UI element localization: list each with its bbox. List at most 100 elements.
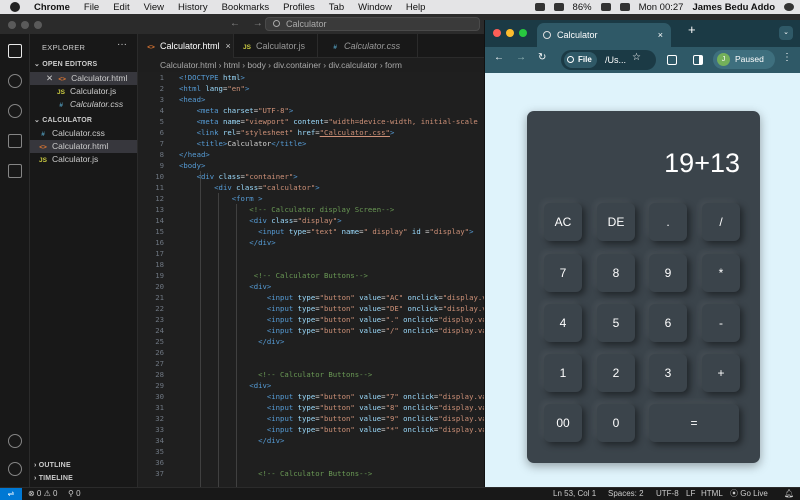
open-editor-item[interactable]: JS Calculator.js: [56, 85, 116, 98]
menu-help[interactable]: Help: [406, 2, 426, 13]
js-file-icon: JS: [243, 44, 251, 51]
key-8[interactable]: 8: [597, 254, 635, 292]
close-icon[interactable]: ×: [226, 41, 231, 51]
editor-tabs: <> Calculator.html × JS Calculator.js # Calc…: [138, 34, 485, 58]
calculator-display[interactable]: [550, 143, 740, 183]
language-mode[interactable]: HTML: [701, 488, 723, 500]
timeline-header[interactable]: › TIMELINE: [34, 475, 73, 482]
key-divide[interactable]: /: [702, 203, 740, 241]
menu-view[interactable]: View: [144, 2, 164, 13]
extensions-icon[interactable]: [8, 164, 22, 178]
ports-indicator[interactable]: ⚲ 0: [68, 488, 81, 500]
search-icon[interactable]: [8, 74, 22, 88]
encoding[interactable]: UTF-8: [656, 488, 679, 500]
key-de[interactable]: DE: [597, 203, 635, 241]
info-icon: [567, 56, 574, 63]
menu-edit[interactable]: Edit: [113, 2, 129, 13]
menu-tab[interactable]: Tab: [329, 2, 344, 13]
bookmark-star-icon[interactable]: ☆: [632, 52, 641, 63]
bluetooth-icon[interactable]: [553, 3, 564, 11]
remote-indicator-icon[interactable]: ⇌: [0, 488, 22, 500]
address-bar[interactable]: File /Us...: [561, 50, 656, 70]
battery-icon[interactable]: [600, 3, 611, 11]
key-0[interactable]: 0: [597, 404, 635, 442]
key-4[interactable]: 4: [544, 304, 582, 342]
new-tab-button[interactable]: +: [688, 22, 696, 37]
menu-history[interactable]: History: [178, 2, 208, 13]
profile-button[interactable]: J Paused: [713, 50, 775, 69]
run-debug-icon[interactable]: [8, 134, 22, 148]
source-control-icon[interactable]: [8, 104, 22, 118]
control-center-icon[interactable]: [619, 3, 630, 11]
settings-gear-icon[interactable]: [8, 462, 22, 476]
go-live-button[interactable]: ⦿ Go Live: [730, 488, 768, 500]
menubar-clock[interactable]: Mon 00:27: [639, 2, 684, 13]
key-2[interactable]: 2: [597, 354, 635, 392]
indentation[interactable]: Spaces: 2: [608, 488, 644, 500]
key-6[interactable]: 6: [649, 304, 687, 342]
key-9[interactable]: 9: [649, 254, 687, 292]
extensions-puzzle-icon[interactable]: [667, 55, 677, 65]
problems-indicator[interactable]: ⊗ 0 ⚠ 0: [28, 488, 57, 500]
folder-header[interactable]: ⌄ CALCULATOR: [34, 116, 92, 124]
menubar-user[interactable]: James Bedu Addo: [692, 2, 775, 13]
tab-calculator-css[interactable]: # Calculator.css: [318, 34, 418, 58]
code-editor[interactable]: 1 <!DOCTYPE html> 2 <html lang="en"> 3 <hea…: [138, 72, 485, 487]
account-icon[interactable]: [8, 434, 22, 448]
notifications-bell-icon[interactable]: 🔔︎: [784, 488, 794, 500]
back-arrow-icon[interactable]: ←: [494, 52, 504, 63]
explorer-icon[interactable]: [8, 44, 22, 58]
chrome-menu-icon[interactable]: ⋮: [782, 52, 792, 63]
file-tree-item[interactable]: # Calculator.css: [38, 127, 105, 140]
menu-file[interactable]: File: [84, 2, 99, 13]
close-tab-icon[interactable]: ×: [658, 23, 663, 47]
siri-icon[interactable]: [784, 3, 794, 11]
open-editor-item[interactable]: ✕ <> Calculator.html: [30, 72, 137, 85]
close-window-button[interactable]: [8, 21, 16, 29]
battery-percent[interactable]: 86%: [573, 2, 592, 13]
key-add[interactable]: +: [702, 354, 740, 392]
key-ac[interactable]: AC: [544, 203, 582, 241]
file-tree-item[interactable]: JS Calculator.js: [38, 153, 98, 166]
browser-tab[interactable]: Calculator ×: [537, 23, 671, 47]
side-panel-icon[interactable]: [693, 55, 703, 65]
outline-header[interactable]: › OUTLINE: [34, 462, 71, 469]
menu-profiles[interactable]: Profiles: [283, 2, 315, 13]
zoom-window-button[interactable]: [519, 29, 527, 37]
key-00[interactable]: 00: [544, 404, 582, 442]
key-3[interactable]: 3: [649, 354, 687, 392]
key-decimal[interactable]: .: [649, 203, 687, 241]
tab-calculator-html[interactable]: <> Calculator.html ×: [138, 34, 234, 58]
key-7[interactable]: 7: [544, 254, 582, 292]
key-multiply[interactable]: *: [702, 254, 740, 292]
file-tree-item[interactable]: <> Calculator.html: [30, 140, 137, 153]
tab-search-dropdown[interactable]: ⌄: [779, 26, 793, 40]
key-5[interactable]: 5: [597, 304, 635, 342]
close-window-button[interactable]: [493, 29, 501, 37]
zoom-window-button[interactable]: [34, 21, 42, 29]
menu-window[interactable]: Window: [358, 2, 392, 13]
menu-bookmarks[interactable]: Bookmarks: [222, 2, 270, 13]
reload-icon[interactable]: ↻: [538, 52, 546, 63]
command-center-search[interactable]: Calculator: [265, 17, 480, 31]
back-arrow-icon[interactable]: ←: [230, 18, 240, 29]
tab-calculator-js[interactable]: JS Calculator.js: [234, 34, 318, 58]
minimize-window-button[interactable]: [506, 29, 514, 37]
apple-icon[interactable]: [10, 2, 20, 12]
open-editors-header[interactable]: ⌄ OPEN EDITORS: [34, 60, 97, 68]
minimize-window-button[interactable]: [21, 21, 29, 29]
menu-app-name[interactable]: Chrome: [34, 2, 70, 13]
open-editor-item[interactable]: # Calculator.css: [56, 98, 123, 111]
cursor-position[interactable]: Ln 53, Col 1: [553, 488, 596, 500]
more-actions-icon[interactable]: ···: [117, 39, 127, 50]
key-equals[interactable]: =: [649, 404, 739, 442]
breadcrumb[interactable]: Calculator.html › html › body › div.cont…: [138, 58, 485, 72]
site-info-chip[interactable]: File: [564, 52, 597, 68]
wifi-icon[interactable]: [534, 3, 545, 11]
forward-arrow-icon[interactable]: →: [516, 52, 526, 63]
close-icon[interactable]: ✕: [46, 73, 53, 83]
line-ending[interactable]: LF: [686, 488, 695, 500]
key-1[interactable]: 1: [544, 354, 582, 392]
key-subtract[interactable]: -: [702, 304, 740, 342]
forward-arrow-icon[interactable]: →: [253, 18, 263, 29]
